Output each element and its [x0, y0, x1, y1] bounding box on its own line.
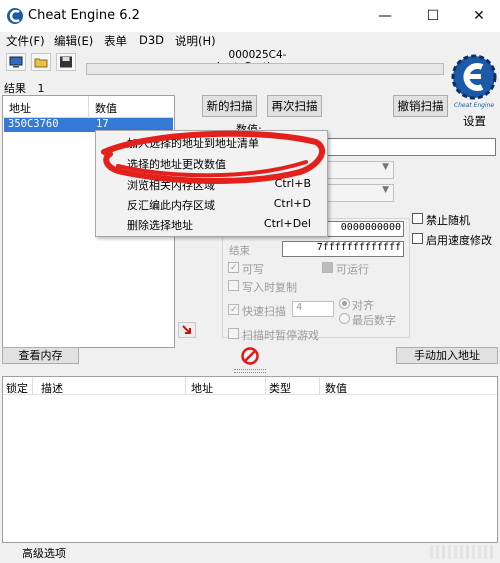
fast-scan-label: 快速扫描	[242, 305, 286, 318]
writable-label: 可写	[242, 263, 264, 276]
cheat-engine-logo-icon: Cheat Engine	[451, 54, 497, 109]
save-button[interactable]	[56, 53, 76, 71]
open-process-button[interactable]	[6, 53, 26, 71]
row-value: 17	[96, 118, 109, 130]
context-menu-item-change-value[interactable]: 选择的地址更改数值	[127, 156, 226, 172]
context-menu: 加入选择的地址到地址清单 选择的地址更改数值 浏览相关内存区域 Ctrl+B 反…	[95, 130, 328, 237]
speedhack-checkbox[interactable]	[412, 233, 423, 247]
column-lock[interactable]: 锁定	[6, 380, 28, 396]
shortcut-ctrl-del: Ctrl+Del	[263, 217, 311, 230]
column-value[interactable]: 数值	[325, 380, 347, 396]
folder-icon	[34, 58, 48, 68]
resize-grip[interactable]	[430, 545, 495, 559]
cheat-table-header: 锁定 描述 地址 类型 数值	[3, 377, 497, 395]
chevron-down-icon: ▼	[382, 162, 389, 172]
writable-checkbox[interactable]	[228, 262, 239, 276]
memory-view-button[interactable]: 查看内存	[2, 347, 79, 364]
results-label: 结果	[4, 82, 26, 95]
next-scan-button[interactable]: 再次扫描	[267, 95, 322, 117]
menu-file[interactable]: 文件(F)	[6, 33, 45, 49]
context-menu-item-add-to-list[interactable]: 加入选择的地址到地址清单	[127, 135, 259, 151]
svg-text:Cheat Engine: Cheat Engine	[454, 102, 494, 109]
shortcut-ctrl-b: Ctrl+B	[274, 177, 311, 190]
minimize-button[interactable]: —	[362, 0, 408, 32]
context-menu-item-delete[interactable]: 删除选择地址	[127, 217, 193, 233]
copy-on-write-label: 写入时复制	[242, 281, 297, 294]
alignment-label: 对齐	[352, 299, 374, 312]
pause-game-label: 扫描时暂停游戏	[242, 329, 319, 342]
clear-list-button[interactable]	[240, 346, 260, 366]
column-divider	[88, 96, 89, 118]
fast-scan-alignment-input[interactable]: 4	[292, 301, 334, 317]
results-count: 1	[37, 82, 45, 95]
disable-random-checkbox[interactable]	[412, 213, 423, 227]
column-type[interactable]: 类型	[269, 380, 291, 396]
column-divider	[185, 377, 186, 395]
pause-game-checkbox[interactable]	[228, 328, 239, 342]
splitter-handle[interactable]	[234, 369, 266, 373]
maximize-button[interactable]: ☐	[410, 0, 456, 32]
undo-scan-button[interactable]: 撤销扫描	[393, 95, 448, 117]
open-file-button[interactable]	[31, 53, 51, 71]
menu-edit[interactable]: 编辑(E)	[54, 33, 93, 49]
menu-d3d[interactable]: D3D	[139, 33, 164, 47]
menu-table[interactable]: 表单	[104, 33, 127, 49]
arrow-down-right-icon	[182, 325, 191, 334]
window-title: Cheat Engine 6.2	[28, 8, 140, 23]
settings-link[interactable]: 设置	[463, 113, 486, 129]
copy-on-write-checkbox[interactable]	[228, 280, 239, 294]
add-address-manually-button[interactable]: 手动加入地址	[396, 347, 498, 364]
advanced-options-link[interactable]: 高级选项	[22, 545, 66, 561]
cheat-engine-logo-button[interactable]: Cheat Engine	[451, 53, 497, 111]
column-divider	[265, 377, 266, 395]
alignment-radio[interactable]	[339, 298, 350, 312]
first-scan-button[interactable]: 新的扫描	[202, 95, 257, 117]
chevron-down-icon: ▼	[382, 185, 389, 195]
column-value[interactable]: 数值	[95, 100, 117, 116]
add-to-table-arrow-button[interactable]	[178, 322, 196, 338]
computer-icon	[9, 56, 23, 68]
shortcut-ctrl-d: Ctrl+D	[273, 197, 311, 210]
column-divider	[319, 377, 320, 395]
stop-label: 结束	[229, 245, 250, 257]
floppy-disk-icon	[60, 56, 72, 68]
last-digits-label: 最后数字	[352, 314, 396, 327]
cheat-table-list[interactable]: 锁定 描述 地址 类型 数值	[2, 376, 498, 543]
executable-label: 可运行	[336, 263, 369, 276]
close-button[interactable]: ✕	[456, 0, 500, 32]
results-count-label: 结果 1	[4, 80, 45, 96]
no-entry-icon	[241, 347, 259, 365]
stop-address-input[interactable]: 7fffffffffffff	[282, 241, 404, 257]
context-menu-item-browse-memory[interactable]: 浏览相关内存区域	[127, 177, 215, 193]
menu-help[interactable]: 说明(H)	[175, 33, 216, 49]
last-digits-radio[interactable]	[339, 313, 350, 327]
disable-random-label: 禁止随机	[426, 214, 470, 227]
column-address[interactable]: 地址	[191, 380, 213, 396]
speedhack-label: 启用速度修改	[426, 234, 492, 247]
scan-progress-bar	[86, 63, 444, 75]
fast-scan-checkbox[interactable]	[228, 304, 239, 318]
row-address: 350C3760	[8, 118, 59, 130]
address-list-header: 地址 数值	[3, 96, 174, 118]
column-description[interactable]: 描述	[41, 380, 63, 396]
executable-checkbox[interactable]	[322, 262, 333, 276]
column-divider	[32, 377, 33, 395]
column-address[interactable]: 地址	[9, 100, 31, 116]
cheat-engine-app-icon	[6, 7, 24, 25]
context-menu-item-disassemble[interactable]: 反汇编此内存区域	[127, 197, 215, 213]
